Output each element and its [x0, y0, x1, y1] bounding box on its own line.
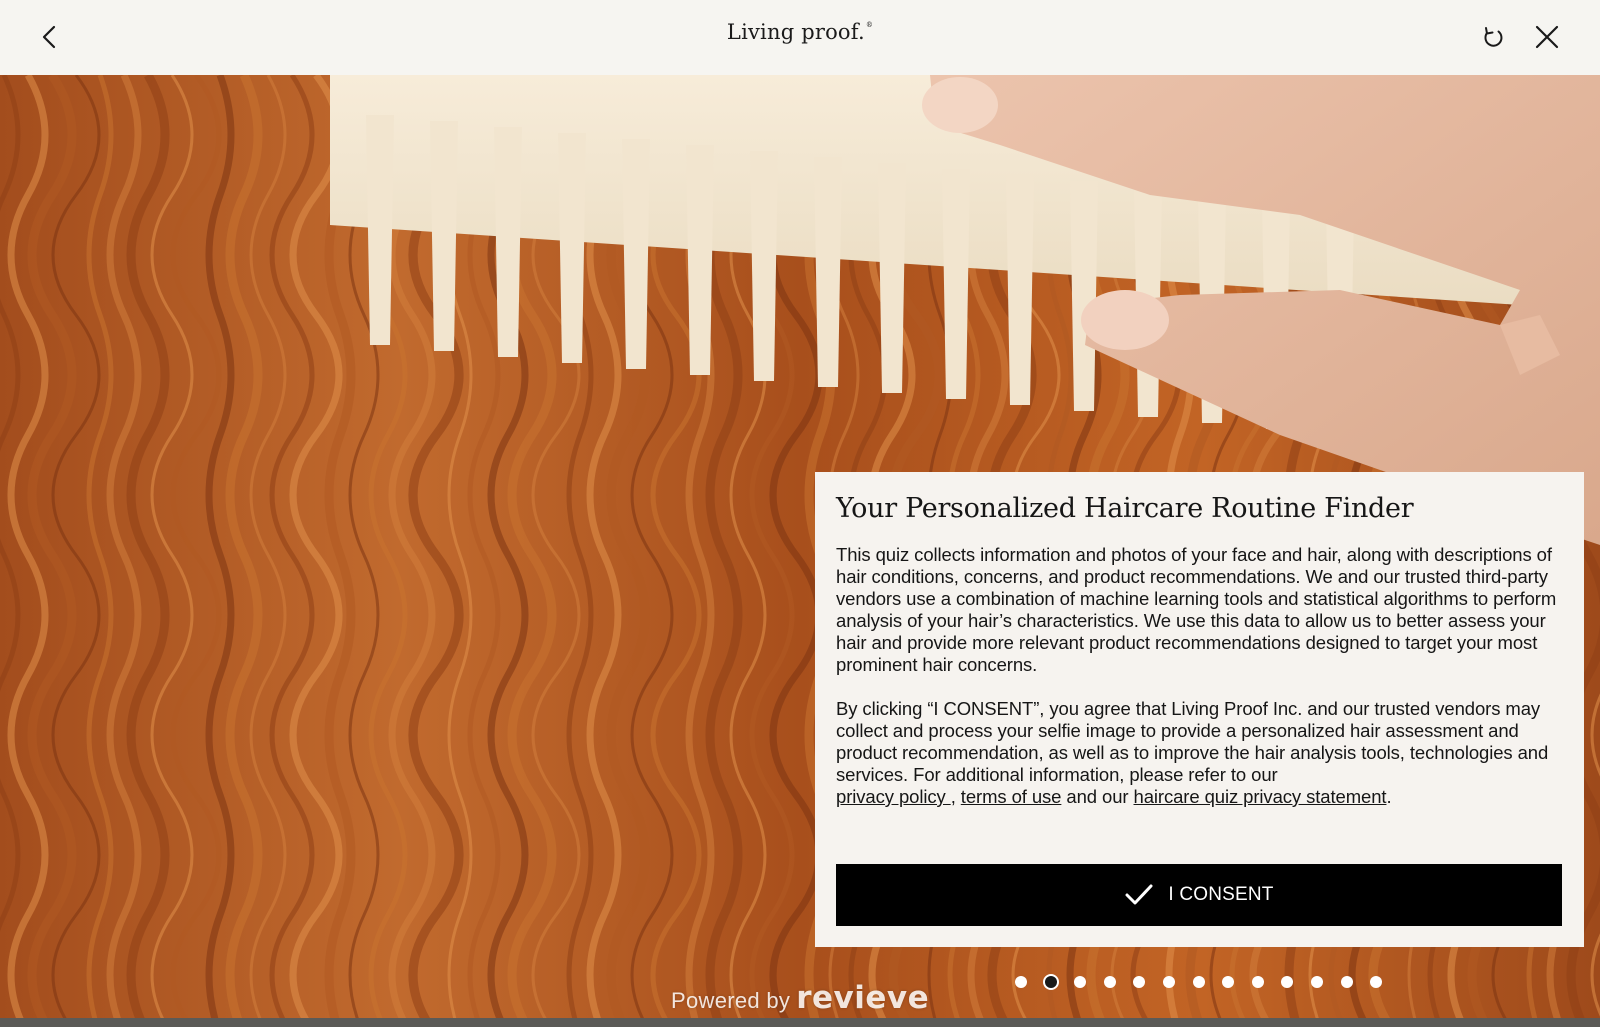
- pagination-dot[interactable]: [1162, 976, 1175, 988]
- comb-tooth: [942, 169, 970, 399]
- comb-tooth: [622, 139, 650, 369]
- comb-tooth: [558, 133, 586, 363]
- checkmark-icon: [1125, 884, 1153, 905]
- link-separator-and: and our: [1066, 786, 1129, 807]
- comb-tooth: [366, 115, 394, 345]
- powered-by-label: Powered by: [671, 988, 791, 1013]
- terms-end: .: [1386, 786, 1392, 807]
- pagination-dot[interactable]: [1015, 976, 1027, 988]
- pagination-dot[interactable]: [1370, 976, 1383, 988]
- step-pagination: [1015, 976, 1400, 988]
- app-window: Living proof.® Your Personalized Haircar…: [0, 0, 1600, 1018]
- comb-tooth: [750, 151, 778, 381]
- close-button[interactable]: [1528, 18, 1566, 56]
- consent-description: This quiz collects information and photo…: [836, 544, 1557, 675]
- pagination-dot[interactable]: [1222, 976, 1235, 988]
- pagination-dot[interactable]: [1340, 976, 1353, 988]
- pagination-dot[interactable]: [1044, 976, 1057, 988]
- comb-tooth: [1006, 175, 1034, 405]
- logo-text: Living proof.: [726, 20, 865, 44]
- pagination-dot[interactable]: [1251, 976, 1264, 988]
- comb-tooth: [878, 163, 906, 393]
- quiz-privacy-statement-link[interactable]: haircare quiz privacy statement: [1134, 786, 1387, 807]
- privacy-policy-link[interactable]: privacy policy: [836, 786, 951, 807]
- pagination-dot[interactable]: [1103, 976, 1116, 988]
- consent-terms-text: By clicking “I CONSENT”, you agree that …: [836, 698, 1549, 785]
- powered-by: Powered by revieve: [671, 980, 929, 1016]
- consent-terms: By clicking “I CONSENT”, you agree that …: [836, 698, 1563, 808]
- consent-title: Your Personalized Haircare Routine Finde…: [836, 493, 1414, 524]
- pagination-dot[interactable]: [1192, 976, 1205, 988]
- pagination-dot[interactable]: [1133, 976, 1146, 988]
- comb-tooth: [686, 145, 714, 375]
- top-bar: Living proof.®: [0, 0, 1600, 75]
- consent-panel: Your Personalized Haircare Routine Finde…: [815, 472, 1584, 947]
- comb-tooth: [814, 157, 842, 387]
- comb-tooth: [430, 121, 458, 351]
- i-consent-label: I CONSENT: [1168, 884, 1274, 905]
- brand-logo[interactable]: Living proof.®: [0, 20, 1600, 44]
- pagination-dot[interactable]: [1281, 976, 1294, 988]
- refresh-icon: [1484, 27, 1503, 47]
- link-separator: ,: [950, 786, 956, 807]
- comb-tooth: [494, 127, 522, 357]
- logo-registered-mark: ®: [865, 21, 874, 29]
- comb-tooth: [1070, 181, 1098, 411]
- pagination-dot[interactable]: [1074, 976, 1087, 988]
- revieve-logo: revieve: [796, 980, 930, 1016]
- pagination-dot[interactable]: [1310, 976, 1323, 988]
- i-consent-button[interactable]: I CONSENT: [836, 864, 1562, 926]
- close-icon: [1535, 25, 1559, 49]
- restart-button[interactable]: [1474, 18, 1512, 56]
- terms-of-use-link[interactable]: terms of use: [961, 786, 1062, 807]
